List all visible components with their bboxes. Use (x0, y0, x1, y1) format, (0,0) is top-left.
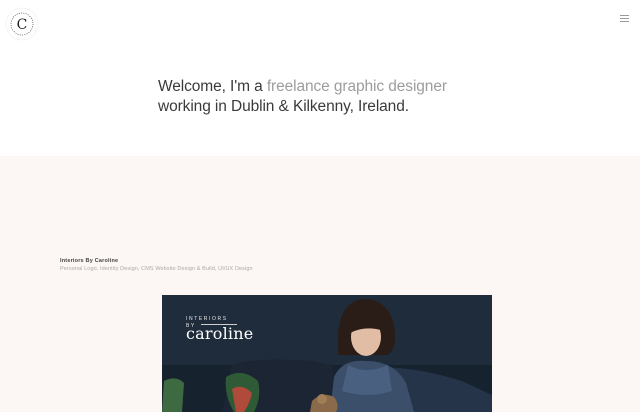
menu-bar (620, 15, 629, 16)
intro-text-start: Welcome, I'm a (158, 78, 267, 95)
menu-bar (620, 21, 629, 22)
intro-heading: Welcome, I'm a freelance graphic designe… (158, 77, 518, 117)
intro-highlight: freelance graphic designer (266, 78, 447, 95)
brand-line-interiors: INTERIORS (186, 316, 228, 322)
project-title[interactable]: Interiors By Caroline (60, 258, 118, 264)
logo-mark: C (5, 7, 39, 41)
svg-text:C: C (17, 17, 28, 33)
hamburger-menu-icon[interactable] (619, 15, 631, 24)
brand-wordmark: caroline (186, 324, 254, 343)
intro-text-end: working in Dublin & Kilkenny, Ireland. (158, 98, 409, 115)
site-header: C Welcome, I'm a freelance graphic desig… (0, 0, 640, 156)
menu-bar (620, 18, 629, 19)
project-tags: Personal Logo, Identity Design, CMS Webs… (60, 266, 253, 272)
logo-icon[interactable]: C (5, 7, 39, 41)
project-hero-image[interactable]: INTERIORS BY caroline (162, 295, 492, 412)
hero-photo (162, 295, 492, 412)
